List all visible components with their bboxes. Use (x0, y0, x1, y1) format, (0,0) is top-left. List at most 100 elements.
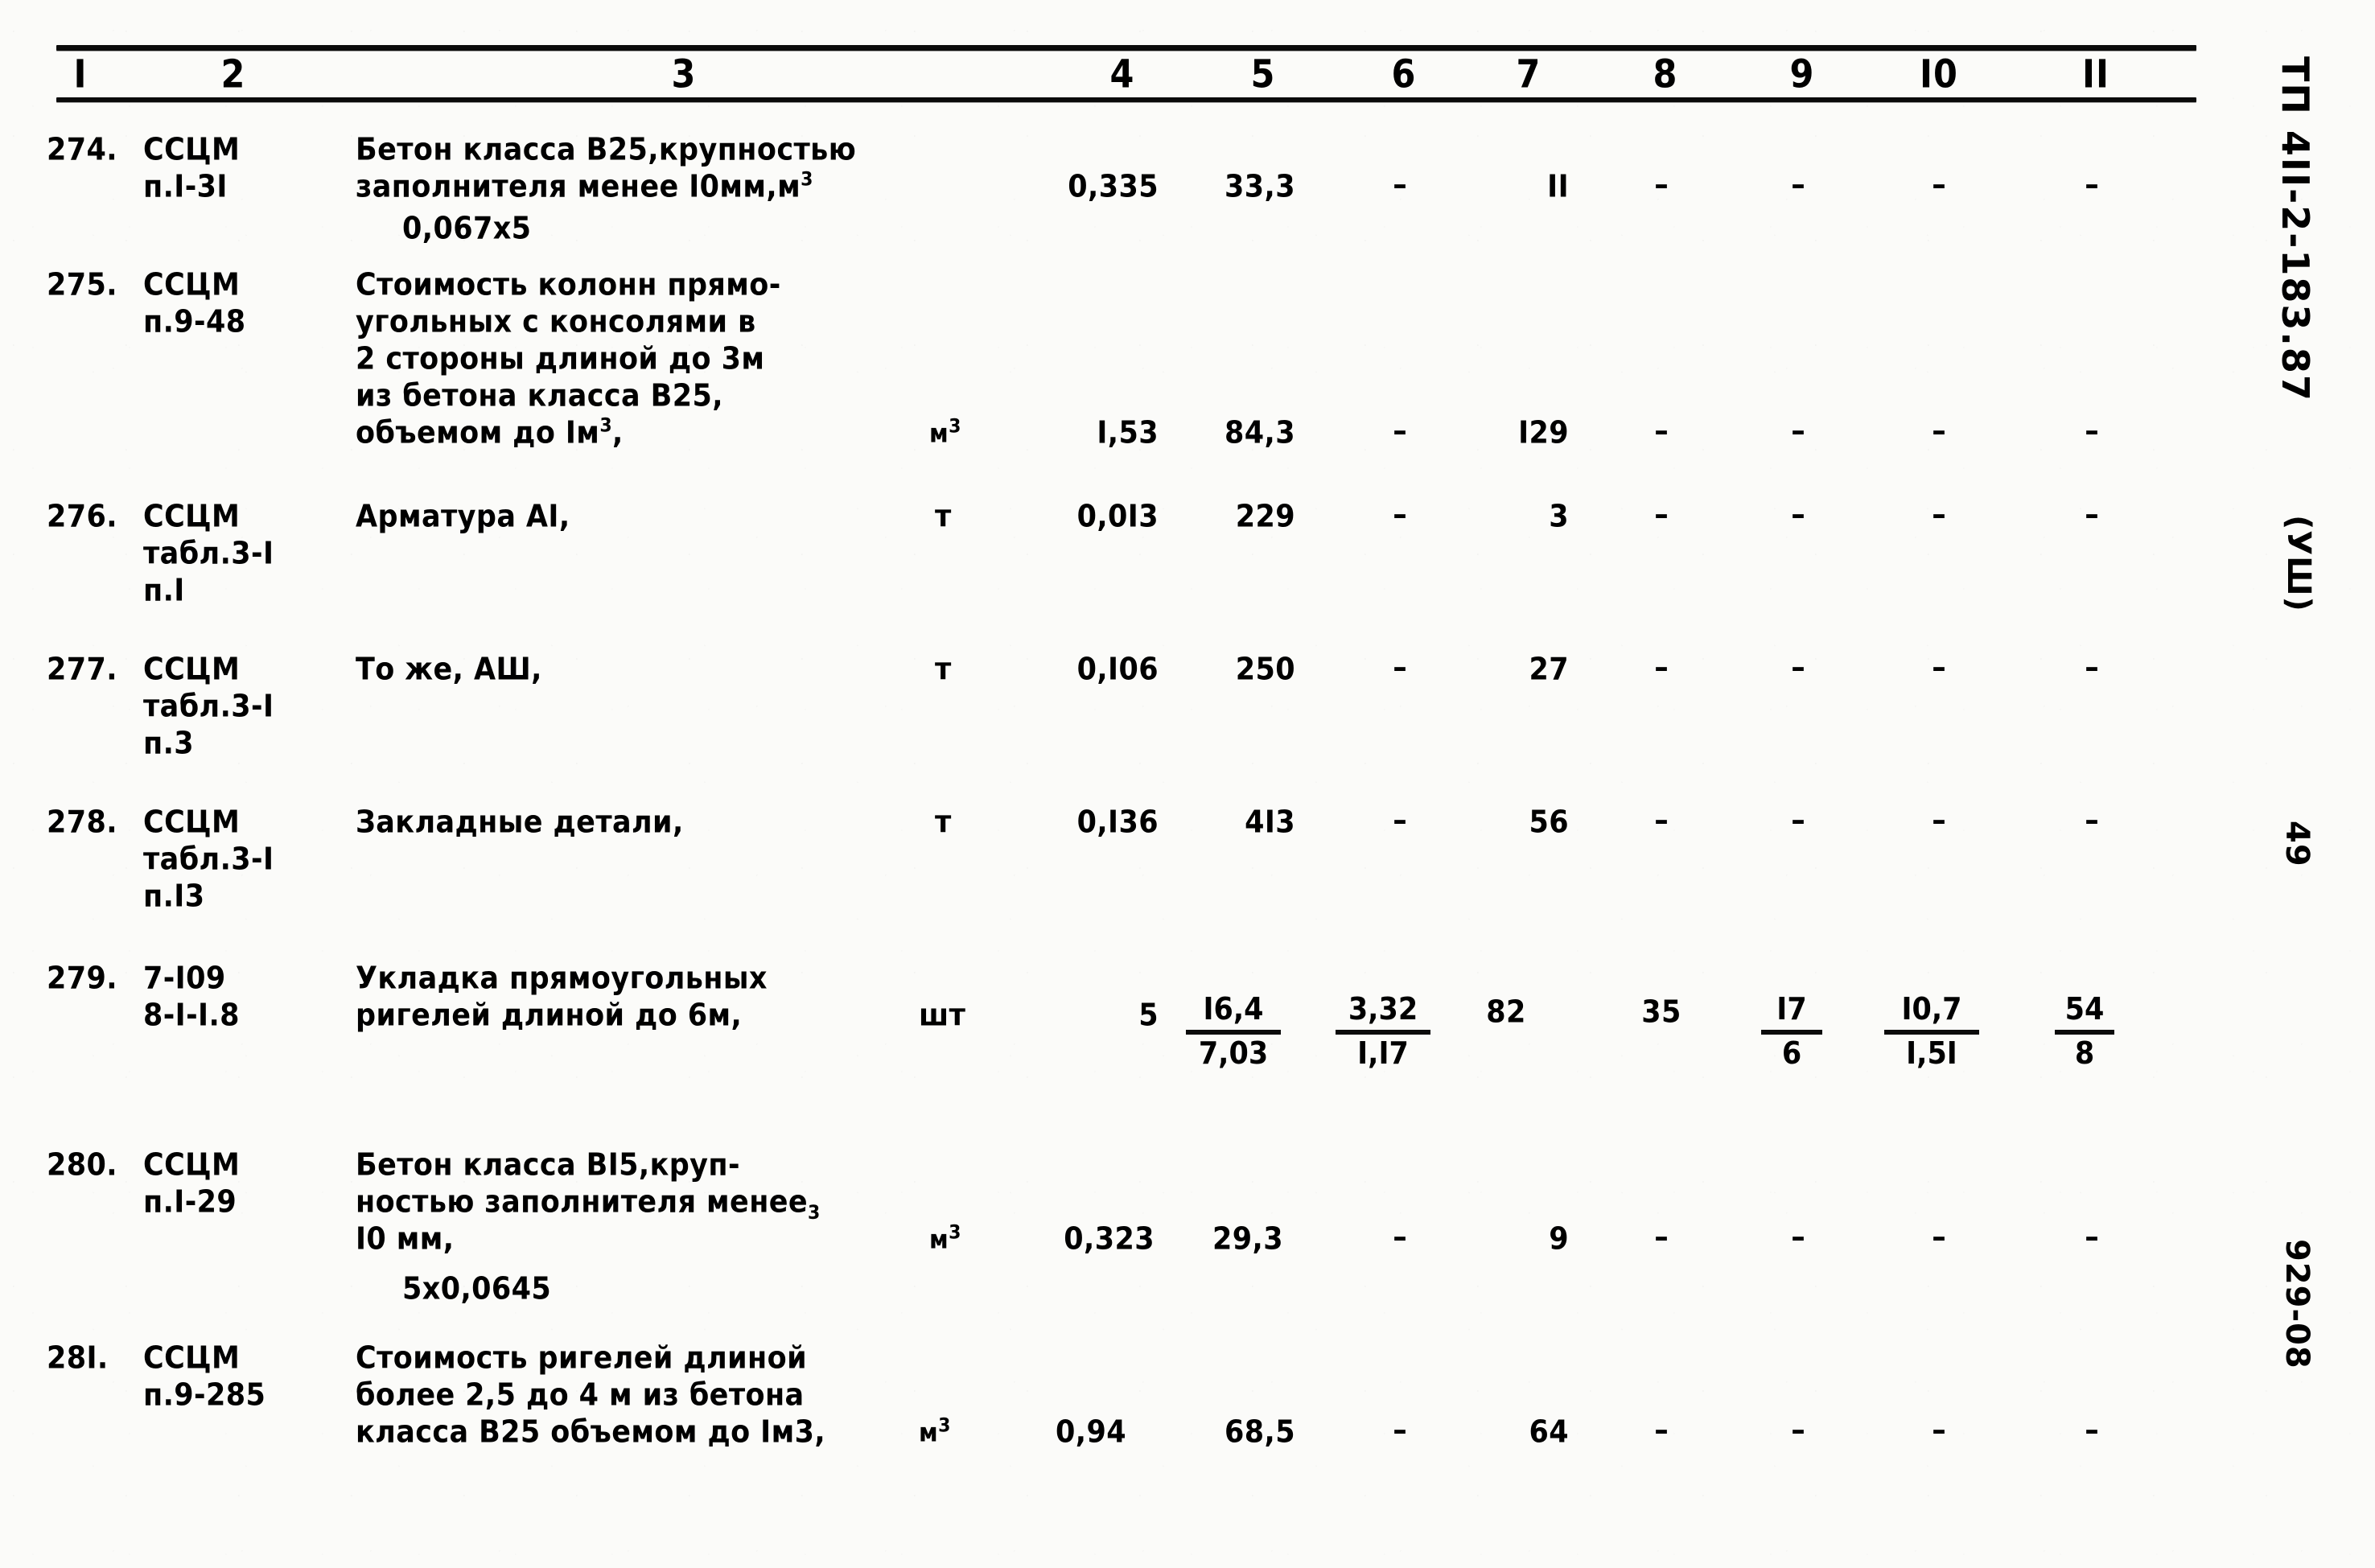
cell-col10: – (1932, 650, 1946, 685)
cell-col8: 35 (1641, 994, 1681, 1031)
col-header-2: 2 (220, 52, 246, 97)
col-header-5: 5 (1250, 52, 1276, 97)
cell-col4: 5 (1138, 998, 1159, 1034)
cell-col11: – (2085, 1413, 2099, 1448)
row-code-line-2: п.I-29 (143, 1184, 237, 1220)
cell-col6: – (1393, 1413, 1407, 1448)
cell-col5-denominator: 7,03 (1198, 1036, 1269, 1072)
cell-col5: 33,3 (1225, 169, 1295, 205)
cell-col6-numerator: 3,32 (1348, 992, 1418, 1027)
row-description-line-2: ригелей длиной до 6м, (356, 998, 743, 1034)
row-description-line-2-text: ностью заполнителя менее (356, 1184, 809, 1220)
table-row: 277. ССЦМ табл.3-I п.3 То же, АШ, т 0,I0… (47, 646, 2196, 799)
cell-col10-fraction: I0,7 I,5I (1884, 992, 1979, 1072)
table-row: 278. ССЦМ табл.3-I п.I3 Закладные детали… (47, 799, 2196, 952)
row-description-line-5-tail: , (612, 415, 624, 451)
row-code-line-3: п.I (143, 573, 185, 609)
cell-col10: – (1932, 497, 1946, 533)
cell-col11-numerator: 54 (2064, 992, 2105, 1027)
table-row: 276. ССЦМ табл.3-I п.I Арматура АI, т 0,… (47, 493, 2196, 646)
cell-col8: – (1654, 650, 1669, 685)
col-header-4: 4 (1109, 52, 1135, 97)
cell-col9: – (1791, 1220, 1805, 1255)
row-description-line-3: I0 мм, (356, 1221, 455, 1257)
row-description-line-3: класса В25 объемом до Iм3, (356, 1414, 826, 1451)
row-description-line-1: Стоимость колонн прямо- (356, 267, 781, 303)
row-description-line-1: Бетон класса В25,крупностью (356, 132, 857, 168)
row-number: 279. (47, 961, 117, 997)
cell-col5: 4I3 (1245, 805, 1295, 841)
cell-unit: т (935, 652, 952, 688)
cell-col11: – (2085, 497, 2099, 533)
row-number: 274. (47, 132, 117, 168)
row-code-line-1: ССЦМ (143, 132, 241, 168)
table-row: 279. 7-I09 8-I-I.8 Укладка прямоугольных… (47, 952, 2196, 1137)
superscript-exponent: 3 (599, 414, 613, 438)
row-code-line-2: табл.3-I (143, 842, 274, 878)
cell-col11: – (2085, 803, 2099, 838)
row-description-line-1: Закладные детали, (356, 805, 684, 841)
cell-col9: – (1791, 650, 1805, 685)
cell-col9-denominator: 6 (1781, 1036, 1802, 1072)
cell-col5: 250 (1235, 652, 1295, 688)
row-number: 275. (47, 267, 117, 303)
cell-col5-numerator: I6,4 (1203, 992, 1264, 1027)
row-number: 276. (47, 499, 117, 535)
cell-col11: – (2085, 1220, 2099, 1255)
col-header-3: 3 (671, 52, 697, 97)
cell-col4: 0,I06 (1076, 652, 1159, 688)
row-number: 280. (47, 1147, 117, 1183)
table-row: 280. ССЦМ п.I-29 Бетон класса ВI5,круп- … (47, 1137, 2196, 1331)
document-page: I 2 3 4 5 6 7 8 9 I0 II 274. ССЦМ п.I-3I… (0, 0, 2375, 1568)
table-row: 275. ССЦМ п.9-48 Стоимость колонн прямо-… (47, 260, 2196, 493)
row-description-line-1: Стоимость ригелей длиной (356, 1340, 808, 1377)
cell-col7: 56 (1529, 805, 1569, 841)
cell-col11: – (2085, 167, 2099, 203)
cell-unit: м3 (919, 1412, 951, 1453)
cell-col5: 29,3 (1212, 1221, 1283, 1257)
cell-col6-denominator: I,I7 (1357, 1036, 1409, 1072)
row-code-line-1: ССЦМ (143, 1340, 241, 1377)
row-description-line-3: 2 стороны длиной до 3м (356, 341, 765, 377)
row-code-line-2: 8-I-I.8 (143, 998, 240, 1034)
cell-col8: – (1654, 1413, 1669, 1448)
table-row: 28I. ССЦМ п.9-285 Стоимость ригелей длин… (47, 1331, 2196, 1476)
cell-col8: – (1654, 803, 1669, 838)
row-code-line-1: ССЦМ (143, 1147, 241, 1183)
cell-col10: – (1932, 1220, 1946, 1255)
cell-unit-text: м (929, 1224, 949, 1254)
cell-col4: 0,I36 (1076, 805, 1159, 841)
row-code-line-3: п.I3 (143, 879, 205, 915)
margin-stamp-series: 929-08 (2278, 1239, 2315, 1369)
cell-col10: – (1932, 803, 1946, 838)
cell-col10-denominator: I,5I (1906, 1036, 1957, 1072)
row-description-line-1: Арматура АI, (356, 499, 570, 535)
row-number: 28I. (47, 1340, 109, 1377)
margin-stamp-variant: (УШ) (2280, 515, 2317, 612)
cell-col6: – (1393, 497, 1407, 533)
row-number: 277. (47, 652, 117, 688)
col-header-6: 6 (1391, 52, 1417, 97)
cell-col10-numerator: I0,7 (1901, 992, 1962, 1027)
superscript-exponent: 3 (949, 415, 961, 438)
row-description-line-1: То же, АШ, (356, 652, 542, 688)
cell-col4: 0,94 (1056, 1414, 1126, 1451)
subscript-exponent: 3 (808, 1202, 821, 1224)
cell-unit: т (935, 805, 952, 841)
cell-col5: 229 (1235, 499, 1295, 535)
row-description-line-1: Укладка прямоугольных (356, 961, 768, 997)
table-row: 274. ССЦМ п.I-3I Бетон класса В25,крупно… (47, 105, 2196, 260)
cell-col7: 64 (1529, 1414, 1569, 1451)
estimate-table: I 2 3 4 5 6 7 8 9 I0 II 274. ССЦМ п.I-3I… (47, 45, 2196, 1476)
cell-unit-text: м (919, 1417, 939, 1447)
col-header-10: I0 (1920, 52, 1958, 97)
cell-col5: 84,3 (1225, 415, 1295, 451)
cell-col11-fraction: 54 8 (2037, 992, 2132, 1072)
cell-col9: – (1791, 497, 1805, 533)
row-description-extra: 0,067x5 (402, 211, 532, 247)
cell-col7: 82 (1486, 994, 1526, 1031)
cell-col9-numerator: I7 (1776, 992, 1807, 1027)
row-description-line-2: более 2,5 до 4 м из бетона (356, 1377, 805, 1414)
row-number: 278. (47, 805, 117, 841)
cell-col4: 0,335 (1068, 169, 1159, 205)
